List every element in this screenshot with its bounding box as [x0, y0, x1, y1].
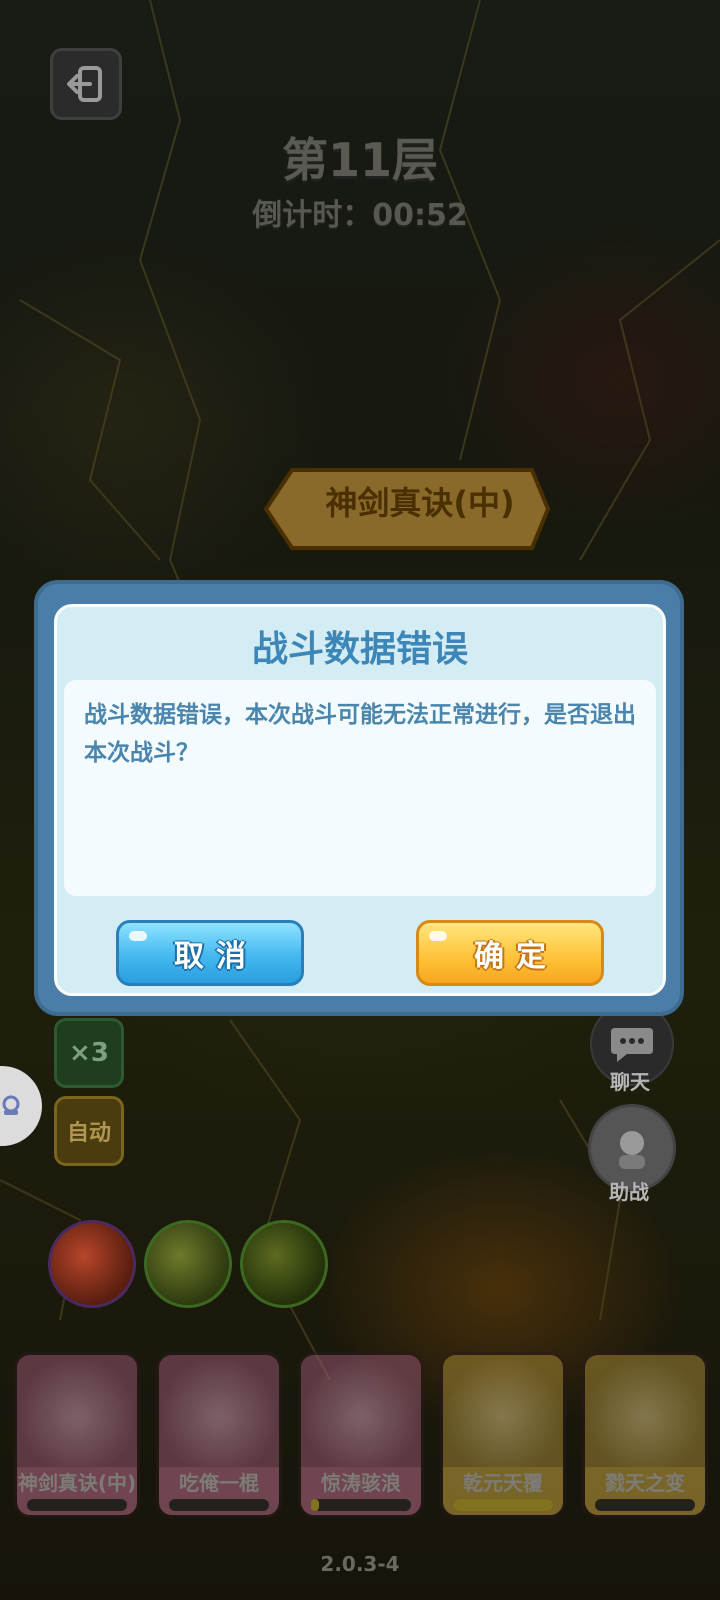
- assistant-icon: [2, 1095, 20, 1115]
- skill-card-name: 神剑真诀(中): [17, 1471, 137, 1495]
- speed-button[interactable]: ×3: [54, 1018, 124, 1088]
- skill-card[interactable]: 惊涛骇浪: [298, 1352, 424, 1518]
- skill-card-progress: [169, 1499, 269, 1511]
- cancel-button[interactable]: 取消: [116, 920, 304, 986]
- auto-button[interactable]: 自动: [54, 1096, 124, 1166]
- skill-card-progress-fill: [311, 1499, 319, 1511]
- skill-card[interactable]: 戮天之变: [582, 1352, 708, 1518]
- dragon-skill-orb[interactable]: [240, 1220, 328, 1308]
- skill-card-art: [301, 1355, 421, 1467]
- wind-skill-orb[interactable]: [144, 1220, 232, 1308]
- skill-card-art: [585, 1355, 705, 1467]
- dialog-message: 战斗数据错误，本次战斗可能无法正常进行，是否退出本次战斗？: [64, 680, 656, 896]
- dialog-title: 战斗数据错误: [251, 629, 468, 670]
- skill-card-art: [443, 1355, 563, 1467]
- skill-card-progress: [453, 1499, 553, 1511]
- skill-card-progress: [27, 1499, 127, 1511]
- exit-icon: [67, 66, 102, 102]
- skill-card-progress: [311, 1499, 411, 1511]
- skill-card-progress: [595, 1499, 695, 1511]
- confirm-button[interactable]: 确定: [416, 920, 604, 986]
- skill-card-progress-fill: [453, 1499, 553, 1511]
- chat-label: 聊天: [610, 1070, 650, 1094]
- fire-skill-orb[interactable]: [48, 1220, 136, 1308]
- skill-card[interactable]: 吃俺一棍: [156, 1352, 282, 1518]
- skill-card-name: 惊涛骇浪: [321, 1471, 401, 1495]
- assist-hero-icon: [619, 1131, 645, 1169]
- skill-card-art: [17, 1355, 137, 1467]
- floor-title: 第11层: [281, 133, 438, 187]
- skill-card-name: 吃俺一棍: [179, 1471, 259, 1495]
- skill-card[interactable]: 乾元天覆: [440, 1352, 566, 1518]
- skill-card-name: 戮天之变: [605, 1471, 685, 1495]
- skill-card-name: 乾元天覆: [463, 1471, 543, 1495]
- version-label: 2.0.3-4: [320, 1552, 400, 1576]
- countdown-value: 00:52: [372, 198, 468, 233]
- exit-button[interactable]: [50, 48, 122, 120]
- skill-banner-label: 神剑真诀(中): [325, 484, 515, 522]
- countdown-label: 倒计时：: [252, 198, 373, 233]
- skill-card[interactable]: 神剑真诀(中): [14, 1352, 140, 1518]
- skill-card-art: [159, 1355, 279, 1467]
- assist-label: 助战: [609, 1180, 649, 1204]
- countdown: 倒计时：00:52: [0, 190, 720, 234]
- chat-bubble-icon: [611, 1028, 653, 1062]
